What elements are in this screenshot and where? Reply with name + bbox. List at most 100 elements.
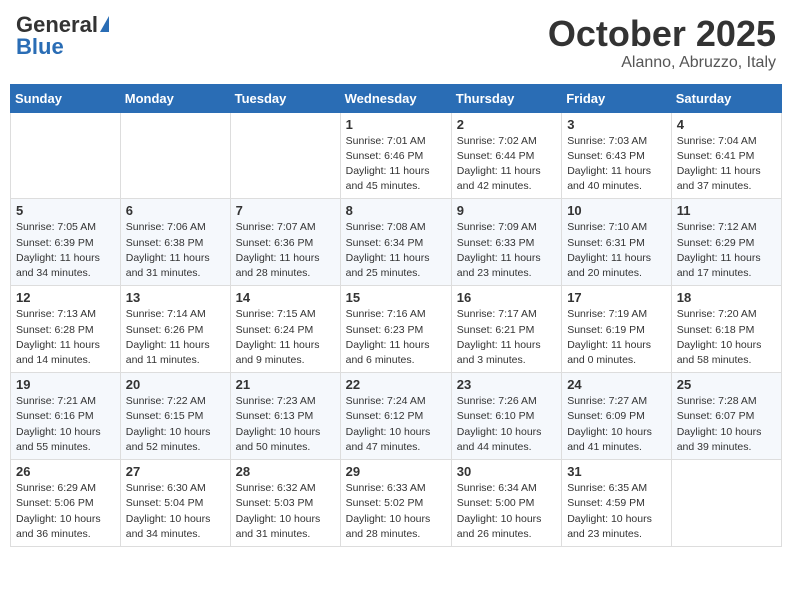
calendar-day-cell: 12 Sunrise: 7:13 AMSunset: 6:28 PMDayligh… xyxy=(11,286,121,373)
calendar-week-row: 19 Sunrise: 7:21 AMSunset: 6:16 PMDayligh… xyxy=(11,373,782,460)
day-info: Sunrise: 7:10 AMSunset: 6:31 PMDaylight:… xyxy=(567,220,666,281)
day-info: Sunrise: 7:05 AMSunset: 6:39 PMDaylight:… xyxy=(16,220,115,281)
calendar-day-cell: 2 Sunrise: 7:02 AMSunset: 6:44 PMDaylight… xyxy=(451,112,561,199)
weekday-header-tuesday: Tuesday xyxy=(230,84,340,112)
day-number: 3 xyxy=(567,117,666,132)
location-title: Alanno, Abruzzo, Italy xyxy=(548,54,776,72)
calendar-day-cell: 18Sunrise: 7:20 AMSunset: 6:18 PMDayligh… xyxy=(671,286,781,373)
day-number: 2 xyxy=(457,117,556,132)
day-number: 31 xyxy=(567,464,666,479)
day-number: 18 xyxy=(677,290,776,305)
day-info: Sunrise: 7:16 AMSunset: 6:23 PMDaylight:… xyxy=(346,307,446,368)
day-info: Sunrise: 7:03 AMSunset: 6:43 PMDaylight:… xyxy=(567,134,666,195)
calendar-day-cell: 7Sunrise: 7:07 AMSunset: 6:36 PMDaylight… xyxy=(230,199,340,286)
day-number: 19 xyxy=(16,377,115,392)
day-info: Sunrise: 7:06 AMSunset: 6:38 PMDaylight:… xyxy=(126,220,225,281)
day-number: 16 xyxy=(457,290,556,305)
day-info: Sunrise: 7:15 AMSunset: 6:24 PMDaylight:… xyxy=(236,307,335,368)
calendar-day-cell: 1 Sunrise: 7:01 AMSunset: 6:46 PMDaylight… xyxy=(340,112,451,199)
day-number: 5 xyxy=(16,203,115,218)
calendar-day-cell: 20 Sunrise: 7:22 AMSunset: 6:15 PMDayligh… xyxy=(120,373,230,460)
weekday-header-saturday: Saturday xyxy=(671,84,781,112)
logo-general-text: General xyxy=(16,14,98,36)
day-info: Sunrise: 7:01 AMSunset: 6:46 PMDaylight:… xyxy=(346,134,446,195)
day-info: Sunrise: 7:14 AMSunset: 6:26 PMDaylight:… xyxy=(126,307,225,368)
calendar-day-cell: 25 Sunrise: 7:28 AMSunset: 6:07 PMDayligh… xyxy=(671,373,781,460)
calendar-day-cell: 30 Sunrise: 6:34 AMSunset: 5:00 PMDayligh… xyxy=(451,460,561,547)
calendar-day-cell: 13 Sunrise: 7:14 AMSunset: 6:26 PMDayligh… xyxy=(120,286,230,373)
empty-day-cell xyxy=(671,460,781,547)
day-info: Sunrise: 7:26 AMSunset: 6:10 PMDaylight:… xyxy=(457,394,556,455)
day-number: 27 xyxy=(126,464,225,479)
calendar-day-cell: 4 Sunrise: 7:04 AMSunset: 6:41 PMDaylight… xyxy=(671,112,781,199)
calendar-day-cell: 16 Sunrise: 7:17 AMSunset: 6:21 PMDayligh… xyxy=(451,286,561,373)
day-info: Sunrise: 6:29 AMSunset: 5:06 PMDaylight:… xyxy=(16,481,115,542)
calendar-day-cell: 6 Sunrise: 7:06 AMSunset: 6:38 PMDaylight… xyxy=(120,199,230,286)
day-number: 25 xyxy=(677,377,776,392)
day-info: Sunrise: 6:32 AMSunset: 5:03 PMDaylight:… xyxy=(236,481,335,542)
day-info: Sunrise: 7:24 AMSunset: 6:12 PMDaylight:… xyxy=(346,394,446,455)
day-number: 22 xyxy=(346,377,446,392)
day-number: 9 xyxy=(457,203,556,218)
day-number: 1 xyxy=(346,117,446,132)
calendar-day-cell: 23 Sunrise: 7:26 AMSunset: 6:10 PMDayligh… xyxy=(451,373,561,460)
day-info: Sunrise: 6:33 AMSunset: 5:02 PMDaylight:… xyxy=(346,481,446,542)
day-number: 21 xyxy=(236,377,335,392)
page-header: General Blue October 2025 Alanno, Abruzz… xyxy=(10,10,782,76)
day-number: 29 xyxy=(346,464,446,479)
logo-arrow-icon xyxy=(100,16,109,32)
day-number: 4 xyxy=(677,117,776,132)
calendar-day-cell: 27Sunrise: 6:30 AMSunset: 5:04 PMDayligh… xyxy=(120,460,230,547)
calendar-week-row: 12 Sunrise: 7:13 AMSunset: 6:28 PMDayligh… xyxy=(11,286,782,373)
day-number: 7 xyxy=(236,203,335,218)
calendar-day-cell: 29 Sunrise: 6:33 AMSunset: 5:02 PMDayligh… xyxy=(340,460,451,547)
calendar-day-cell: 11 Sunrise: 7:12 AMSunset: 6:29 PMDayligh… xyxy=(671,199,781,286)
day-info: Sunrise: 6:34 AMSunset: 5:00 PMDaylight:… xyxy=(457,481,556,542)
day-number: 30 xyxy=(457,464,556,479)
day-number: 13 xyxy=(126,290,225,305)
day-info: Sunrise: 7:17 AMSunset: 6:21 PMDaylight:… xyxy=(457,307,556,368)
day-info: Sunrise: 7:02 AMSunset: 6:44 PMDaylight:… xyxy=(457,134,556,195)
day-number: 26 xyxy=(16,464,115,479)
day-info: Sunrise: 7:21 AMSunset: 6:16 PMDaylight:… xyxy=(16,394,115,455)
calendar-day-cell: 31 Sunrise: 6:35 AMSunset: 4:59 PMDayligh… xyxy=(562,460,672,547)
day-info: Sunrise: 6:35 AMSunset: 4:59 PMDaylight:… xyxy=(567,481,666,542)
weekday-header-sunday: Sunday xyxy=(11,84,121,112)
calendar-day-cell: 28Sunrise: 6:32 AMSunset: 5:03 PMDayligh… xyxy=(230,460,340,547)
title-block: October 2025 Alanno, Abruzzo, Italy xyxy=(548,14,776,72)
day-info: Sunrise: 7:19 AMSunset: 6:19 PMDaylight:… xyxy=(567,307,666,368)
logo-blue-text: Blue xyxy=(16,36,64,58)
calendar-day-cell: 3 Sunrise: 7:03 AMSunset: 6:43 PMDaylight… xyxy=(562,112,672,199)
day-info: Sunrise: 7:22 AMSunset: 6:15 PMDaylight:… xyxy=(126,394,225,455)
weekday-header-friday: Friday xyxy=(562,84,672,112)
day-number: 8 xyxy=(346,203,446,218)
day-number: 12 xyxy=(16,290,115,305)
day-info: Sunrise: 7:04 AMSunset: 6:41 PMDaylight:… xyxy=(677,134,776,195)
empty-day-cell xyxy=(11,112,121,199)
day-number: 20 xyxy=(126,377,225,392)
day-info: Sunrise: 7:28 AMSunset: 6:07 PMDaylight:… xyxy=(677,394,776,455)
logo: General Blue xyxy=(16,14,109,58)
calendar-day-cell: 22 Sunrise: 7:24 AMSunset: 6:12 PMDayligh… xyxy=(340,373,451,460)
calendar-day-cell: 9Sunrise: 7:09 AMSunset: 6:33 PMDaylight… xyxy=(451,199,561,286)
weekday-header-wednesday: Wednesday xyxy=(340,84,451,112)
day-info: Sunrise: 7:08 AMSunset: 6:34 PMDaylight:… xyxy=(346,220,446,281)
day-info: Sunrise: 7:12 AMSunset: 6:29 PMDaylight:… xyxy=(677,220,776,281)
calendar-day-cell: 21 Sunrise: 7:23 AMSunset: 6:13 PMDayligh… xyxy=(230,373,340,460)
calendar-day-cell: 14Sunrise: 7:15 AMSunset: 6:24 PMDayligh… xyxy=(230,286,340,373)
day-info: Sunrise: 7:23 AMSunset: 6:13 PMDaylight:… xyxy=(236,394,335,455)
calendar-day-cell: 26 Sunrise: 6:29 AMSunset: 5:06 PMDayligh… xyxy=(11,460,121,547)
calendar-day-cell: 15Sunrise: 7:16 AMSunset: 6:23 PMDayligh… xyxy=(340,286,451,373)
calendar-day-cell: 10Sunrise: 7:10 AMSunset: 6:31 PMDayligh… xyxy=(562,199,672,286)
day-info: Sunrise: 7:13 AMSunset: 6:28 PMDaylight:… xyxy=(16,307,115,368)
day-number: 6 xyxy=(126,203,225,218)
calendar-day-cell: 24Sunrise: 7:27 AMSunset: 6:09 PMDayligh… xyxy=(562,373,672,460)
calendar-day-cell: 19 Sunrise: 7:21 AMSunset: 6:16 PMDayligh… xyxy=(11,373,121,460)
calendar-table: SundayMondayTuesdayWednesdayThursdayFrid… xyxy=(10,84,782,547)
day-number: 23 xyxy=(457,377,556,392)
empty-day-cell xyxy=(120,112,230,199)
calendar-week-row: 1 Sunrise: 7:01 AMSunset: 6:46 PMDaylight… xyxy=(11,112,782,199)
calendar-day-cell: 5 Sunrise: 7:05 AMSunset: 6:39 PMDaylight… xyxy=(11,199,121,286)
day-number: 11 xyxy=(677,203,776,218)
empty-day-cell xyxy=(230,112,340,199)
